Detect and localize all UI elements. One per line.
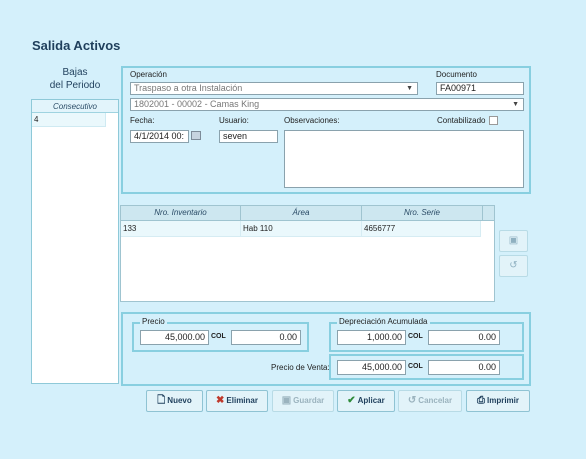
nuevo-label: Nuevo bbox=[167, 396, 192, 405]
depreciacion-currency: COL bbox=[408, 333, 423, 340]
table-row-cell-area[interactable]: Hab 110 bbox=[241, 221, 362, 237]
operation-form: Operación Traspaso a otra Instalación ▼ … bbox=[121, 66, 531, 194]
table-row-cell-serie[interactable]: 4656777 bbox=[362, 221, 481, 237]
cancelar-label: Cancelar bbox=[418, 396, 453, 405]
aplicar-button[interactable]: ✔ Aplicar bbox=[337, 390, 395, 412]
instalacion-select[interactable]: 1802001 - 00002 - Camas King ▼ bbox=[130, 98, 524, 111]
nuevo-button[interactable]: 🗋 Nuevo bbox=[146, 390, 203, 412]
depreciacion-secondary-input[interactable]: 0.00 bbox=[428, 330, 500, 345]
eliminar-label: Eliminar bbox=[226, 396, 258, 405]
new-document-icon: 🗋 bbox=[157, 395, 166, 406]
grid-header-serie[interactable]: Nro. Serie bbox=[362, 206, 483, 221]
left-heading-line2: del Periodo bbox=[49, 80, 101, 91]
chevron-down-icon: ▼ bbox=[406, 85, 413, 92]
fecha-label: Fecha: bbox=[130, 116, 155, 125]
observaciones-textarea[interactable] bbox=[284, 130, 524, 188]
left-heading-line1: Bajas bbox=[62, 67, 88, 78]
operacion-select[interactable]: Traspaso a otra Instalación ▼ bbox=[130, 82, 418, 95]
floppy-disk-icon: ▣ bbox=[508, 235, 519, 246]
instalacion-value: 1802001 - 00002 - Camas King bbox=[134, 99, 260, 109]
printer-icon: ⎙ bbox=[476, 395, 485, 406]
venta-currency: COL bbox=[408, 363, 423, 370]
cancelar-button[interactable]: ↺ Cancelar bbox=[398, 390, 462, 412]
usuario-input[interactable]: seven bbox=[219, 130, 278, 143]
grid-header-spacer bbox=[483, 206, 495, 221]
left-panel-heading: Bajas del Periodo bbox=[32, 66, 118, 92]
consecutivo-header[interactable]: Consecutivo bbox=[32, 100, 118, 113]
precio-secondary-input[interactable]: 0.00 bbox=[231, 330, 301, 345]
contabilizado-checkbox[interactable] bbox=[489, 116, 498, 125]
depreciacion-fieldset: Depreciación Acumulada 1,000.00 COL 0.00 bbox=[329, 317, 524, 352]
grid-header-area[interactable]: Área bbox=[241, 206, 362, 221]
pricing-panel: Precio 45,000.00 COL 0.00 Depreciación A… bbox=[121, 312, 531, 386]
undo-row-button[interactable]: ↺ bbox=[499, 255, 528, 277]
calendar-icon[interactable] bbox=[191, 131, 201, 140]
save-row-button[interactable]: ▣ bbox=[499, 230, 528, 252]
undo-arrow-icon: ↺ bbox=[407, 395, 417, 406]
fecha-input[interactable]: 4/1/2014 00: bbox=[130, 130, 189, 143]
documento-input[interactable]: FA00971 bbox=[436, 82, 524, 95]
floppy-disk-icon: ▣ bbox=[281, 395, 292, 406]
guardar-label: Guardar bbox=[293, 396, 325, 405]
table-row-cell-inventario[interactable]: 133 bbox=[121, 221, 241, 237]
depreciacion-label: Depreciación Acumulada bbox=[337, 317, 430, 326]
venta-input[interactable]: 45,000.00 bbox=[337, 360, 406, 375]
documento-label: Documento bbox=[436, 70, 477, 79]
contabilizado-label: Contabilizado bbox=[437, 116, 486, 125]
venta-secondary-input[interactable]: 0.00 bbox=[428, 360, 500, 375]
imprimir-label: Imprimir bbox=[486, 396, 519, 405]
guardar-button[interactable]: ▣ Guardar bbox=[272, 390, 334, 412]
eliminar-button[interactable]: ✖ Eliminar bbox=[206, 390, 268, 412]
observaciones-label: Observaciones: bbox=[284, 116, 340, 125]
grid-header-inventario[interactable]: Nro. Inventario bbox=[121, 206, 241, 221]
depreciacion-input[interactable]: 1,000.00 bbox=[337, 330, 406, 345]
precio-fieldset: Precio 45,000.00 COL 0.00 bbox=[132, 317, 309, 352]
list-item[interactable]: 4 bbox=[32, 113, 106, 127]
undo-arrow-icon: ↺ bbox=[509, 260, 518, 271]
bajas-list[interactable]: Consecutivo 4 bbox=[31, 99, 119, 384]
precio-label: Precio bbox=[140, 317, 167, 326]
page-title: Salida Activos bbox=[32, 38, 121, 53]
operacion-value: Traspaso a otra Instalación bbox=[134, 83, 243, 93]
aplicar-label: Aplicar bbox=[357, 396, 385, 405]
venta-fieldset: 45,000.00 COL 0.00 bbox=[329, 354, 524, 380]
precio-currency: COL bbox=[211, 333, 226, 340]
delete-x-icon: ✖ bbox=[216, 395, 225, 406]
assets-grid[interactable]: Nro. Inventario Área Nro. Serie 133 Hab … bbox=[120, 205, 495, 302]
checkmark-icon: ✔ bbox=[347, 395, 356, 406]
imprimir-button[interactable]: ⎙ Imprimir bbox=[466, 390, 530, 412]
usuario-label: Usuario: bbox=[219, 116, 249, 125]
operacion-label: Operación bbox=[130, 70, 167, 79]
venta-label: Precio de Venta: bbox=[271, 363, 330, 372]
chevron-down-icon: ▼ bbox=[512, 101, 519, 108]
precio-input[interactable]: 45,000.00 bbox=[140, 330, 209, 345]
